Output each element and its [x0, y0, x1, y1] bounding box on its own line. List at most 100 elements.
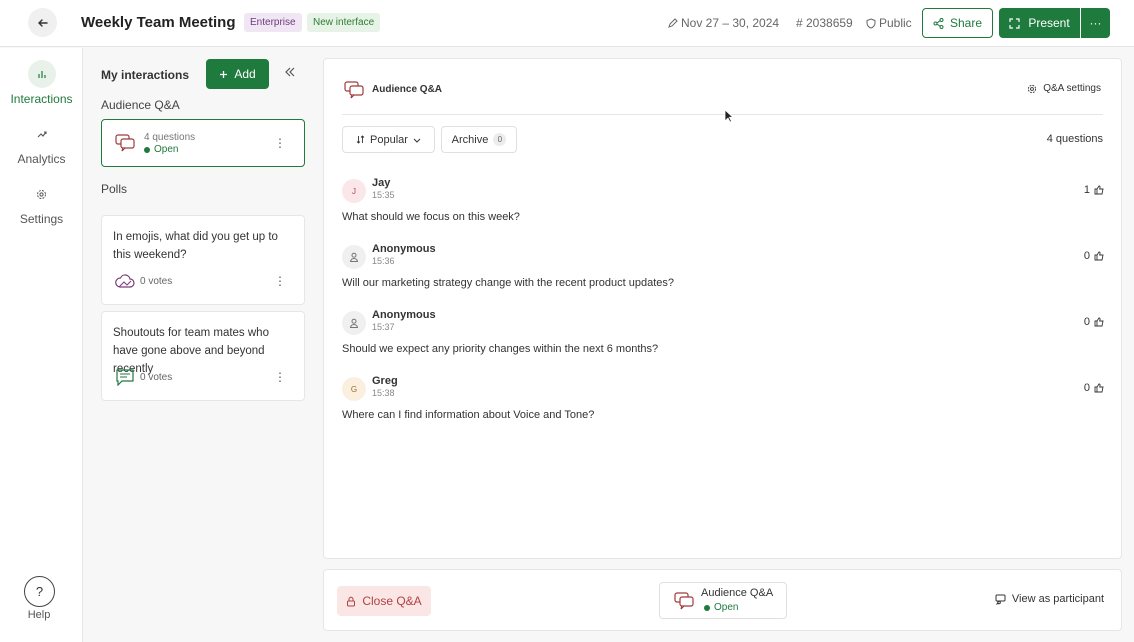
question-text: Will our marketing strategy change with …	[342, 277, 675, 289]
thumbs-up-icon	[1094, 383, 1104, 393]
participant-view-icon	[995, 594, 1006, 605]
poll-votes: 0 votes	[140, 372, 173, 383]
back-button[interactable]	[28, 8, 57, 37]
thumbs-up-icon	[1094, 317, 1104, 327]
user-icon	[349, 318, 359, 328]
question-author: Jay	[372, 177, 391, 189]
current-interaction-status-text: Open	[714, 602, 739, 613]
question-count: 4 questions	[1046, 133, 1103, 145]
share-icon	[933, 17, 944, 29]
polls-section-label: Polls	[101, 182, 128, 196]
question-text: Where can I find information about Voice…	[342, 409, 595, 421]
thumbs-up-icon	[1094, 251, 1104, 261]
kebab-menu-icon[interactable]: ⋮	[274, 136, 286, 150]
poll-question: Shoutouts for team mates who have gone a…	[113, 327, 269, 375]
visibility-text: Public	[879, 16, 912, 30]
qa-card-status: Open	[144, 144, 178, 155]
view-as-participant-label: View as participant	[1011, 593, 1104, 605]
chevron-down-icon	[413, 138, 421, 143]
plus-icon	[220, 70, 228, 78]
page-title: Weekly Team Meeting	[81, 14, 236, 31]
question-author: Greg	[372, 375, 398, 387]
event-code[interactable]: # 2038659	[796, 16, 853, 30]
more-dots-icon: ···	[1089, 16, 1102, 30]
avatar: J	[342, 179, 366, 203]
qa-panel-title: Audience Q&A	[372, 84, 443, 95]
poll-question: In emojis, what did you get up to this w…	[113, 231, 278, 261]
present-button[interactable]: Present	[999, 8, 1080, 38]
shield-icon	[866, 17, 876, 29]
enterprise-badge: Enterprise	[244, 13, 302, 32]
like-button[interactable]: 1	[1084, 184, 1104, 196]
event-code-text: # 2038659	[796, 16, 853, 30]
view-as-participant-button[interactable]: View as participant	[995, 593, 1104, 605]
question-time: 15:37	[372, 322, 395, 332]
present-more-button[interactable]: ···	[1081, 8, 1110, 38]
question-text: Should we expect any priority changes wi…	[342, 343, 659, 355]
collapse-panel-button[interactable]	[284, 66, 296, 78]
question-time: 15:38	[372, 388, 395, 398]
like-count: 0	[1083, 382, 1090, 394]
qa-card[interactable]: 4 questions Open ⋮	[101, 119, 305, 167]
rail-item-analytics[interactable]: Analytics	[0, 120, 83, 166]
gear-icon	[1028, 84, 1037, 93]
chat-icon	[116, 369, 134, 386]
qa-chat-icon	[115, 134, 135, 152]
kebab-menu-icon[interactable]: ⋮	[274, 274, 286, 288]
arrow-left-icon	[37, 18, 48, 27]
rail-label-settings: Settings	[19, 212, 64, 226]
like-count: 0	[1083, 316, 1090, 328]
add-interaction-button[interactable]: Add	[206, 59, 269, 89]
like-button[interactable]: 0	[1084, 382, 1104, 394]
qa-section-label: Audience Q&A	[101, 98, 180, 112]
rail-item-settings[interactable]: Settings	[0, 180, 83, 226]
header-divider	[342, 114, 1103, 115]
sort-arrows-icon	[356, 135, 365, 144]
rail-label-interactions: Interactions	[10, 92, 73, 106]
user-icon	[349, 252, 359, 262]
trend-icon	[28, 120, 56, 148]
archive-count-badge: 0	[493, 133, 507, 146]
archive-button[interactable]: Archive 0	[441, 126, 517, 153]
new-interface-badge[interactable]: New interface	[307, 13, 381, 32]
my-interactions-title: My interactions	[101, 68, 190, 82]
like-count: 1	[1083, 184, 1090, 196]
qa-card-status-text: Open	[154, 144, 179, 155]
avatar: G	[342, 377, 366, 401]
qa-main-panel: Audience Q&A Q&A settings Popular Archiv…	[323, 58, 1122, 559]
event-dates[interactable]: Nov 27 – 30, 2024	[668, 16, 779, 30]
poll-votes: 0 votes	[140, 276, 173, 287]
question-item: Anonymous 15:37 Should we expect any pri…	[342, 309, 1104, 371]
question-item: G Greg 15:38 Where can I find informatio…	[342, 375, 1104, 437]
question-item: Anonymous 15:36 Will our marketing strat…	[342, 243, 1104, 305]
qa-chat-icon	[674, 592, 694, 610]
poll-card[interactable]: Shoutouts for team mates who have gone a…	[101, 311, 305, 401]
close-qa-button[interactable]: Close Q&A	[337, 586, 431, 616]
archive-label: Archive	[451, 133, 489, 146]
current-interaction-card[interactable]: Audience Q&A Open	[659, 582, 787, 619]
poll-card[interactable]: In emojis, what did you get up to this w…	[101, 215, 305, 305]
like-button[interactable]: 0	[1084, 316, 1104, 328]
left-rail: Interactions Analytics Settings ? Help	[0, 48, 83, 642]
current-interaction-title: Audience Q&A	[701, 587, 774, 599]
like-button[interactable]: 0	[1084, 250, 1104, 262]
question-author: Anonymous	[372, 243, 436, 255]
qa-settings-button[interactable]: Q&A settings	[1027, 83, 1101, 94]
question-time: 15:36	[372, 256, 395, 266]
kebab-menu-icon[interactable]: ⋮	[274, 370, 286, 384]
avatar	[342, 311, 366, 335]
qa-card-count: 4 questions	[144, 132, 196, 143]
fullscreen-icon	[1009, 17, 1020, 29]
sort-dropdown[interactable]: Popular	[342, 126, 435, 153]
mouse-cursor-icon	[724, 109, 734, 123]
rail-item-interactions[interactable]: Interactions	[0, 60, 83, 106]
bar-chart-icon	[27, 60, 56, 88]
open-status-dot	[704, 604, 710, 611]
event-dates-text: Nov 27 – 30, 2024	[681, 16, 780, 30]
share-button[interactable]: Share	[922, 8, 993, 38]
present-label: Present	[1028, 16, 1070, 30]
visibility-toggle[interactable]: Public	[866, 16, 912, 30]
help-button[interactable]: ?	[24, 576, 55, 607]
add-label: Add	[234, 67, 256, 81]
thumbs-up-icon	[1094, 185, 1104, 195]
